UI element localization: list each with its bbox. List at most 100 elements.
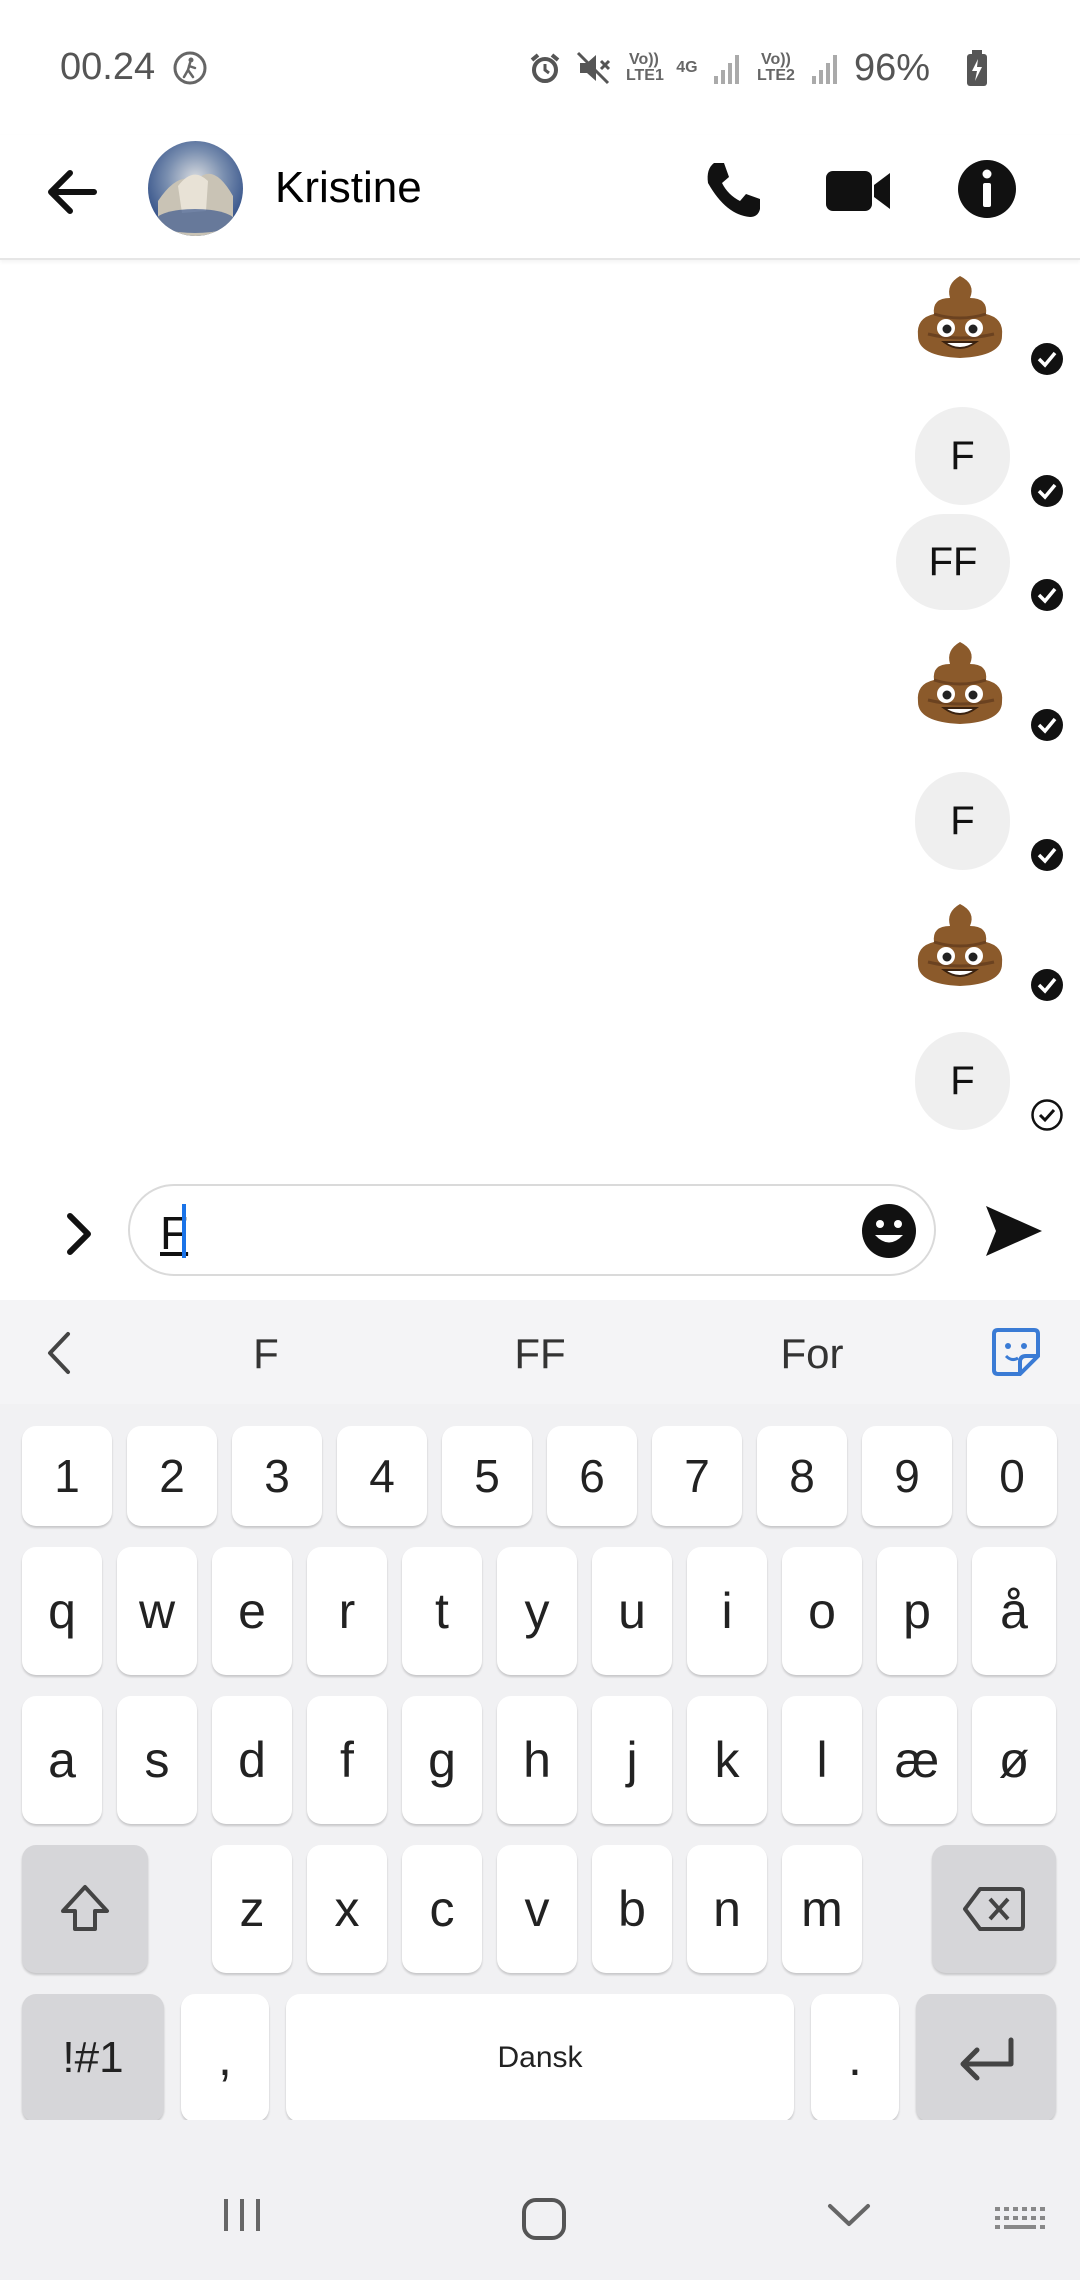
- walking-icon: [173, 51, 207, 85]
- space-key[interactable]: Dansk: [286, 1994, 794, 2122]
- key-c[interactable]: c: [402, 1845, 482, 1973]
- shift-key[interactable]: [22, 1845, 148, 1973]
- key-q[interactable]: q: [22, 1547, 102, 1675]
- send-icon[interactable]: [982, 1202, 1044, 1260]
- suggestion-item[interactable]: F: [166, 1330, 366, 1378]
- key-a[interactable]: a: [22, 1696, 102, 1824]
- key-k[interactable]: k: [687, 1696, 767, 1824]
- key-w[interactable]: w: [117, 1547, 197, 1675]
- sticker-icon[interactable]: [990, 1326, 1042, 1378]
- key-oe[interactable]: ø: [972, 1696, 1056, 1824]
- key-4[interactable]: 4: [337, 1426, 427, 1526]
- message-emoji[interactable]: [910, 636, 1010, 736]
- key-m[interactable]: m: [782, 1845, 862, 1973]
- suggestion-item[interactable]: For: [712, 1330, 912, 1378]
- key-p[interactable]: p: [877, 1547, 957, 1675]
- backspace-key[interactable]: [932, 1845, 1056, 1973]
- seen-check-icon: [1031, 343, 1063, 375]
- shift-arrow-icon: [61, 1885, 109, 1931]
- key-j[interactable]: j: [592, 1696, 672, 1824]
- message-bubble[interactable]: F: [915, 1032, 1010, 1130]
- key-y[interactable]: y: [497, 1547, 577, 1675]
- key-2[interactable]: 2: [127, 1426, 217, 1526]
- seen-check-icon: [1031, 969, 1063, 1001]
- lte2-indicator: Vo)) LTE2: [756, 51, 795, 84]
- message-emoji[interactable]: [910, 898, 1010, 998]
- key-aa[interactable]: å: [972, 1547, 1056, 1675]
- battery-icon: [967, 50, 987, 86]
- key-0[interactable]: 0: [967, 1426, 1057, 1526]
- smiley-icon[interactable]: [860, 1202, 918, 1260]
- key-6[interactable]: 6: [547, 1426, 637, 1526]
- key-g[interactable]: g: [402, 1696, 482, 1824]
- key-5[interactable]: 5: [442, 1426, 532, 1526]
- message-text: F: [950, 433, 975, 478]
- message-text: F: [950, 798, 975, 843]
- key-f[interactable]: f: [307, 1696, 387, 1824]
- back-arrow-icon[interactable]: [38, 157, 108, 227]
- status-time: 00.24: [60, 46, 156, 88]
- info-icon[interactable]: [955, 157, 1019, 221]
- poo-emoji-icon: [917, 276, 1003, 358]
- message-bubble[interactable]: F: [915, 772, 1010, 870]
- symbols-key[interactable]: !#1: [22, 1994, 164, 2122]
- message-composer: F: [0, 1172, 1080, 1300]
- key-o[interactable]: o: [782, 1547, 862, 1675]
- key-i[interactable]: i: [687, 1547, 767, 1675]
- keyboard-icon[interactable]: [994, 2206, 1046, 2232]
- key-e[interactable]: e: [212, 1547, 292, 1675]
- key-s[interactable]: s: [117, 1696, 197, 1824]
- message-text: FF: [928, 539, 978, 584]
- avatar[interactable]: [148, 141, 243, 236]
- recent-apps-icon[interactable]: [220, 2195, 264, 2235]
- key-7[interactable]: 7: [652, 1426, 742, 1526]
- period-key[interactable]: .: [811, 1994, 899, 2122]
- poo-emoji-icon: [917, 904, 1003, 986]
- signal-icon-1: [713, 55, 739, 84]
- key-v[interactable]: v: [497, 1845, 577, 1973]
- key-t[interactable]: t: [402, 1547, 482, 1675]
- key-h[interactable]: h: [497, 1696, 577, 1824]
- suggestion-bar: F FF For: [0, 1300, 1080, 1404]
- 4g-indicator: 4G: [676, 59, 698, 76]
- key-8[interactable]: 8: [757, 1426, 847, 1526]
- message-input[interactable]: F: [128, 1184, 936, 1276]
- chevron-down-icon[interactable]: [826, 2200, 872, 2230]
- comma-key[interactable]: ,: [181, 1994, 269, 2122]
- key-u[interactable]: u: [592, 1547, 672, 1675]
- chat-header: Kristine: [0, 135, 1080, 260]
- key-b[interactable]: b: [592, 1845, 672, 1973]
- text-caret: [182, 1204, 186, 1258]
- seen-check-icon: [1031, 839, 1063, 871]
- key-d[interactable]: d: [212, 1696, 292, 1824]
- contact-name[interactable]: Kristine: [275, 163, 422, 213]
- lte1-indicator: Vo)) LTE1: [625, 51, 664, 84]
- status-icons: Vo)) LTE1 4G Vo)) LTE2 96%: [528, 46, 930, 90]
- key-r[interactable]: r: [307, 1547, 387, 1675]
- battery-percent: 96%: [853, 46, 930, 89]
- home-icon[interactable]: [520, 2196, 568, 2242]
- alarm-icon: [530, 53, 560, 83]
- key-9[interactable]: 9: [862, 1426, 952, 1526]
- seen-check-icon: [1031, 709, 1063, 741]
- key-x[interactable]: x: [307, 1845, 387, 1973]
- key-ae[interactable]: æ: [877, 1696, 957, 1824]
- suggestion-item[interactable]: FF: [440, 1330, 640, 1378]
- message-emoji[interactable]: [910, 270, 1010, 370]
- key-3[interactable]: 3: [232, 1426, 322, 1526]
- key-l[interactable]: l: [782, 1696, 862, 1824]
- key-n[interactable]: n: [687, 1845, 767, 1973]
- video-camera-icon[interactable]: [824, 157, 894, 223]
- backspace-icon: [963, 1887, 1025, 1931]
- message-list[interactable]: F FF F F: [0, 262, 1080, 1172]
- phone-icon[interactable]: [700, 157, 766, 223]
- key-1[interactable]: 1: [22, 1426, 112, 1526]
- chevron-left-icon[interactable]: [40, 1328, 80, 1378]
- message-bubble[interactable]: F: [915, 407, 1010, 505]
- key-z[interactable]: z: [212, 1845, 292, 1973]
- seen-check-icon: [1031, 475, 1063, 507]
- message-bubble[interactable]: FF: [896, 514, 1010, 610]
- enter-key[interactable]: [916, 1994, 1056, 2122]
- chevron-right-icon[interactable]: [58, 1206, 102, 1262]
- signal-icon-2: [811, 55, 837, 84]
